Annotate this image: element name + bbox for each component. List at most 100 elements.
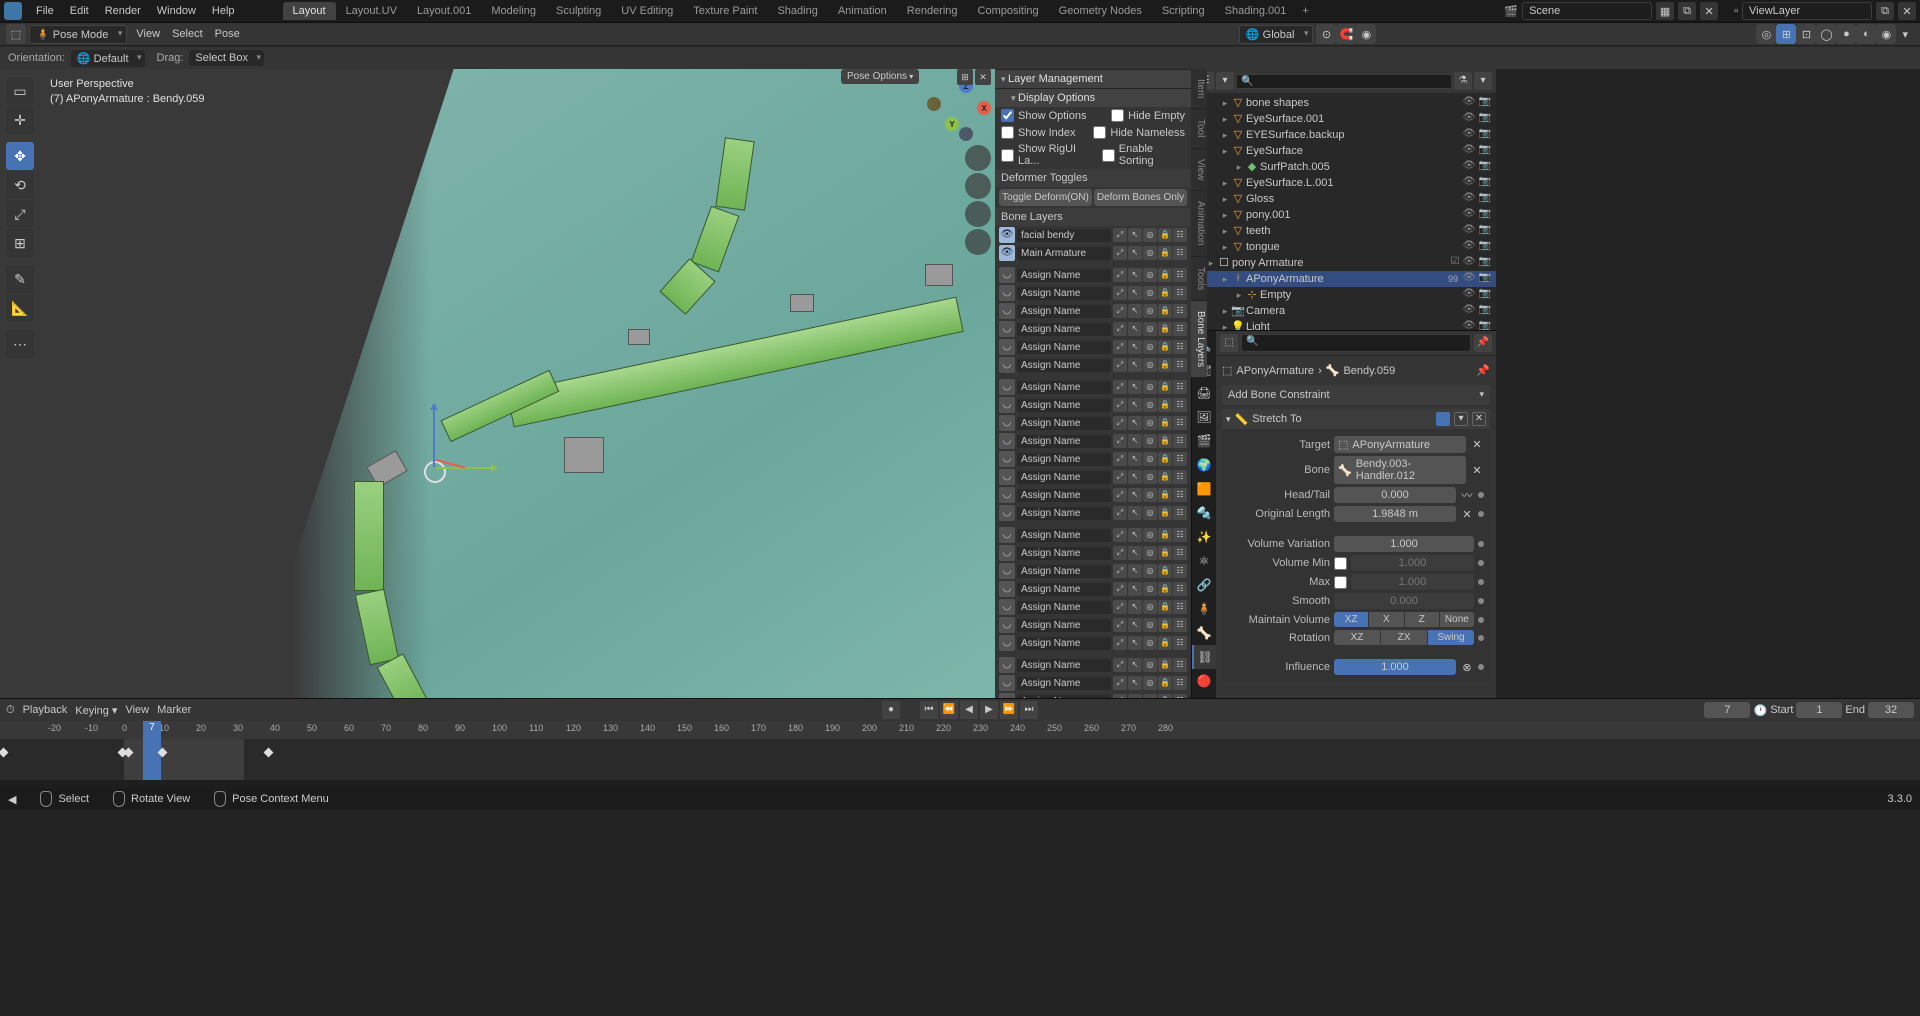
nav-gizmo[interactable]: Z X Y [931, 79, 991, 139]
layer-group-icon[interactable]: ☷ [1173, 398, 1187, 412]
outliner-item[interactable]: ▸ ◆ SurfPatch.005 👁 📷 [1192, 159, 1496, 175]
layer-lock-icon[interactable]: 🔒 [1158, 304, 1172, 318]
layer-group-icon[interactable]: ☷ [1173, 600, 1187, 614]
outliner-item[interactable]: ▸ ▽ EyeSurface 👁 📷 [1192, 143, 1496, 159]
timeline-playback[interactable]: Playback [23, 704, 68, 716]
deform-bones-only-button[interactable]: Deform Bones Only [1094, 189, 1187, 206]
display-options-header[interactable]: Display Options [995, 88, 1191, 107]
item-name[interactable]: Gloss [1246, 193, 1462, 205]
outliner-item[interactable]: ▸ ▽ EyeSurface.L.001 👁 📷 [1192, 175, 1496, 191]
layer-name-field[interactable]: Assign Name [1017, 359, 1111, 372]
origlen-reset-button[interactable]: ✕ [1460, 508, 1474, 521]
disable-render-icon[interactable]: 📷 [1478, 192, 1492, 206]
layer-select-icon[interactable]: ↖ [1128, 398, 1142, 412]
tab-world[interactable]: 🌍 [1192, 453, 1216, 477]
layer-name-field[interactable]: Assign Name [1017, 637, 1111, 650]
layer-select-icon[interactable]: ↖ [1128, 340, 1142, 354]
layer-select-icon[interactable]: ↖ [1128, 304, 1142, 318]
scene-name-field[interactable]: Scene [1522, 2, 1652, 20]
layer-target-icon[interactable]: ◎ [1143, 676, 1157, 690]
rotation-option[interactable]: ZX [1381, 630, 1427, 645]
hide-viewport-icon[interactable]: 👁 [1462, 112, 1476, 126]
layer-lock-icon[interactable]: 🔒 [1158, 506, 1172, 520]
volmin-checkbox[interactable] [1334, 557, 1347, 570]
layer-lock-icon[interactable]: 🔒 [1158, 380, 1172, 394]
layer-expand-icon[interactable]: ⤢ [1113, 618, 1127, 632]
layer-target-icon[interactable]: ◎ [1143, 398, 1157, 412]
npanel-tab[interactable]: Tool [1191, 109, 1207, 148]
move-tool[interactable]: ✥ [6, 142, 34, 170]
layer-name-field[interactable]: Assign Name [1017, 305, 1111, 318]
disclosure-icon[interactable]: ▸ [1220, 210, 1230, 221]
layer-target-icon[interactable]: ◎ [1143, 380, 1157, 394]
play-reverse-button[interactable]: ◀ [960, 701, 978, 719]
layer-target-icon[interactable]: ◎ [1143, 452, 1157, 466]
layer-lock-icon[interactable]: 🔒 [1158, 452, 1172, 466]
play-button[interactable]: ▶ [980, 701, 998, 719]
scene-delete-button[interactable]: ✕ [1700, 2, 1718, 20]
layer-lock-icon[interactable]: 🔒 [1158, 358, 1172, 372]
item-name[interactable]: teeth [1246, 225, 1462, 237]
layer-group-icon[interactable]: ☷ [1173, 246, 1187, 260]
layer-group-icon[interactable]: ☷ [1173, 658, 1187, 672]
layer-name-field[interactable]: Assign Name [1017, 659, 1111, 672]
show-options-checkbox[interactable] [1001, 109, 1014, 122]
layer-expand-icon[interactable]: ⤢ [1113, 676, 1127, 690]
blender-logo-icon[interactable] [4, 2, 22, 20]
hide-viewport-icon[interactable]: 👁 [1462, 144, 1476, 158]
tab-viewlayer[interactable]: 🖼 [1192, 405, 1216, 429]
layer-select-icon[interactable]: ↖ [1128, 322, 1142, 336]
jump-next-key-button[interactable]: ⏩ [1000, 701, 1018, 719]
npanel-tab[interactable]: View [1191, 149, 1207, 192]
workspace-tab[interactable]: Animation [828, 2, 897, 20]
layer-lock-icon[interactable]: 🔒 [1158, 228, 1172, 242]
layer-target-icon[interactable]: ◎ [1143, 228, 1157, 242]
layer-select-icon[interactable]: ↖ [1128, 380, 1142, 394]
current-frame-field[interactable]: 7 [1704, 702, 1750, 718]
layer-group-icon[interactable]: ☷ [1173, 434, 1187, 448]
props-pin-button[interactable]: 📌 [1474, 334, 1492, 352]
menu-select[interactable]: Select [166, 28, 209, 40]
volvar-anim-button[interactable] [1478, 541, 1484, 547]
npanel-tab[interactable]: Animation [1191, 191, 1207, 256]
layer-expand-icon[interactable]: ⤢ [1113, 358, 1127, 372]
layer-lock-icon[interactable]: 🔒 [1158, 268, 1172, 282]
layer-group-icon[interactable]: ☷ [1173, 358, 1187, 372]
layer-name-field[interactable]: Assign Name [1017, 399, 1111, 412]
disable-render-icon[interactable]: 📷 [1478, 272, 1492, 286]
shading-wire-button[interactable]: ◯ [1816, 24, 1836, 44]
layer-select-icon[interactable]: ↖ [1128, 268, 1142, 282]
workspace-tab[interactable]: UV Editing [611, 2, 683, 20]
max-field[interactable]: 1.000 [1351, 574, 1474, 590]
layer-expand-icon[interactable]: ⤢ [1113, 470, 1127, 484]
layer-expand-icon[interactable]: ⤢ [1113, 658, 1127, 672]
layer-name-field[interactable]: Assign Name [1017, 323, 1111, 336]
hide-viewport-icon[interactable]: 👁 [1462, 256, 1476, 270]
workspace-tab[interactable]: Rendering [897, 2, 968, 20]
layer-lock-icon[interactable]: 🔒 [1158, 582, 1172, 596]
bc-bone[interactable]: Bendy.059 [1343, 365, 1395, 377]
drag-dropdown[interactable]: Select Box [189, 50, 264, 66]
layer-name-field[interactable]: Assign Name [1017, 489, 1111, 502]
layer-visibility-toggle[interactable]: ◡ [999, 675, 1015, 691]
pan-button[interactable] [965, 173, 991, 199]
hide-nameless-checkbox[interactable] [1093, 126, 1106, 139]
orientation-dropdown[interactable]: 🌐 Default [71, 50, 145, 67]
viewlayer-name-field[interactable]: ViewLayer [1742, 2, 1872, 20]
disclosure-icon[interactable]: ▸ [1220, 322, 1230, 331]
npanel-tab[interactable]: Item [1191, 69, 1207, 109]
viewlayer-new-button[interactable]: ⧉ [1876, 2, 1894, 20]
hide-viewport-icon[interactable]: 👁 [1462, 176, 1476, 190]
outliner-item[interactable]: ▸ ⟊ APonyArmature 99 👁 📷 [1192, 271, 1496, 287]
origlen-anim-button[interactable] [1478, 511, 1484, 517]
disable-render-icon[interactable]: 📷 [1478, 176, 1492, 190]
shading-dropdown[interactable]: ▾ [1896, 28, 1914, 41]
bone-clear-button[interactable]: ✕ [1470, 464, 1484, 477]
layer-lock-icon[interactable]: 🔒 [1158, 694, 1172, 698]
layer-select-icon[interactable]: ↖ [1128, 600, 1142, 614]
item-name[interactable]: EYESurface.backup [1246, 129, 1462, 141]
scene-new-button[interactable]: ⧉ [1678, 2, 1696, 20]
item-name[interactable]: Empty [1260, 289, 1462, 301]
disclosure-icon[interactable]: ▸ [1234, 162, 1244, 173]
disable-render-icon[interactable]: 📷 [1478, 144, 1492, 158]
